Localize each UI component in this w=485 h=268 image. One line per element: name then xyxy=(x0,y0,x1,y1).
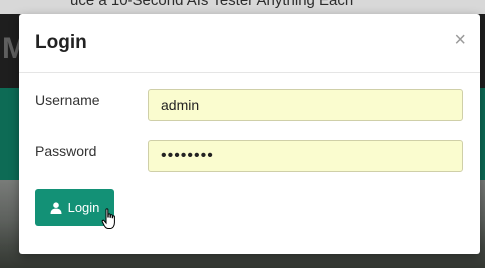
username-input[interactable] xyxy=(148,89,463,121)
username-label: Username xyxy=(35,92,100,108)
modal-title: Login xyxy=(35,32,87,53)
password-label: Password xyxy=(35,143,97,159)
hand-cursor-icon xyxy=(101,208,115,229)
close-icon[interactable]: × xyxy=(454,29,466,51)
login-modal: Login × Username Password Login xyxy=(19,14,480,254)
user-icon xyxy=(50,201,62,214)
modal-header: Login × xyxy=(19,14,480,73)
login-button-label: Login xyxy=(67,200,100,215)
password-input[interactable] xyxy=(148,140,463,172)
